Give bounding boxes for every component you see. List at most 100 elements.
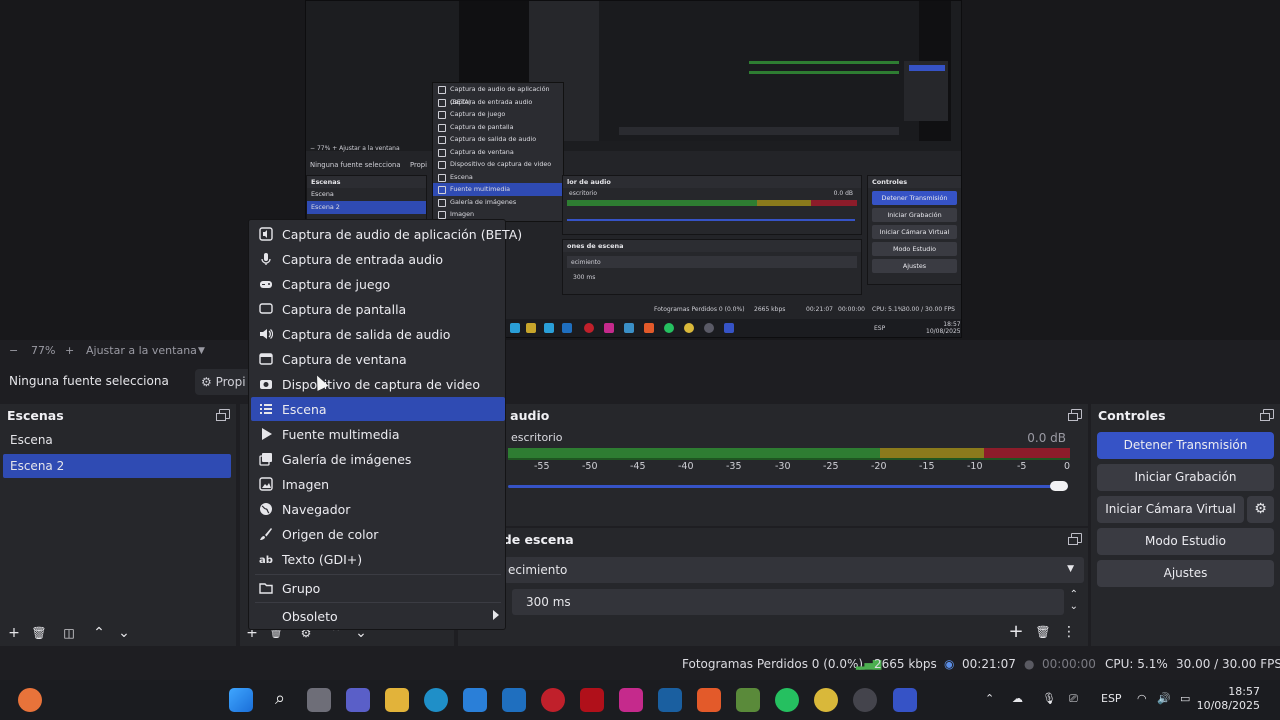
blue-app-icon[interactable] — [893, 688, 917, 712]
more-options-icon[interactable]: ⋮ — [1061, 624, 1077, 640]
system-clock[interactable]: 18:57 10/08/2025 — [1197, 685, 1260, 713]
menu-item-image-slideshow[interactable]: Galería de imágenes — [251, 447, 505, 471]
outlook-icon[interactable] — [502, 688, 526, 712]
orange-app-icon[interactable] — [697, 688, 721, 712]
play-icon — [262, 428, 272, 440]
weather-icon[interactable] — [18, 688, 42, 712]
delete-transition-icon[interactable]: 🗑 — [1035, 624, 1051, 640]
add-transition-icon[interactable]: + — [1008, 623, 1024, 641]
whatsapp-icon[interactable] — [775, 688, 799, 712]
volume-icon[interactable]: 🔊 — [1157, 692, 1171, 705]
search-icon[interactable]: ⌕ — [268, 688, 292, 712]
app-audio-icon — [259, 227, 273, 241]
move-up-icon[interactable]: ⌃ — [91, 625, 107, 641]
menu-item-window-capture[interactable]: Captura de ventana — [251, 347, 505, 371]
stop-streaming-button[interactable]: Detener Transmisión — [1097, 432, 1274, 459]
fit-to-window-button[interactable]: Ajustar a la ventana — [86, 344, 197, 357]
monitor-icon — [259, 303, 273, 314]
teams-icon[interactable] — [346, 688, 370, 712]
volume-slider-handle[interactable] — [1050, 481, 1068, 491]
edge-icon[interactable] — [424, 688, 448, 712]
menu-separator — [255, 574, 501, 575]
gamepad-icon — [260, 281, 272, 288]
minecraft-icon[interactable] — [736, 688, 760, 712]
cloud-icon[interactable]: ☁ — [1012, 692, 1023, 705]
zoom-out-button[interactable]: − — [9, 344, 18, 357]
start-virtual-camera-button[interactable]: Iniciar Cámara Virtual — [1097, 496, 1244, 523]
menu-item-label: Fuente multimedia — [282, 427, 400, 442]
menu-item-deprecated[interactable]: Obsoleto — [251, 604, 505, 628]
menu-item-game-capture[interactable]: Captura de juego — [251, 272, 505, 296]
dock-float-icon[interactable] — [216, 409, 230, 421]
nested-status-fps: 30.00 / 30.00 FPS — [902, 306, 955, 313]
start-recording-button[interactable]: Iniciar Grabación — [1097, 464, 1274, 491]
meter-ticks: -55 -50 -45 -40 -35 -30 -25 -20 -15 -10 … — [458, 461, 1088, 475]
language-indicator[interactable]: ESP — [1101, 692, 1122, 705]
dock-float-icon[interactable] — [1068, 533, 1082, 545]
task-view-icon[interactable] — [307, 688, 331, 712]
obs-icon[interactable] — [853, 688, 877, 712]
menu-item-media-source[interactable]: Fuente multimedia — [251, 422, 505, 446]
instagram-icon[interactable] — [619, 688, 643, 712]
mixer-db-value: 0.0 dB — [1027, 431, 1066, 445]
chevron-up-icon[interactable]: ⌃ — [985, 692, 994, 705]
chevron-down-icon: ▼ — [1067, 564, 1074, 574]
disney-icon[interactable] — [658, 688, 682, 712]
menu-item-label: Galería de imágenes — [282, 452, 412, 467]
scene-item[interactable]: Escena — [3, 428, 231, 452]
dock-float-icon[interactable] — [1260, 409, 1274, 421]
dropped-frames: Fotogramas Perdidos 0 (0.0%) — [682, 657, 864, 671]
scene-filters-icon[interactable]: ◫ — [61, 625, 77, 641]
nested-mixer-title: lor de audio — [563, 176, 861, 188]
add-scene-icon[interactable]: + — [6, 625, 22, 641]
menu-item-app-audio-capture[interactable]: Captura de audio de aplicación (BETA) — [251, 222, 522, 246]
delete-scene-icon[interactable]: 🗑 — [31, 625, 47, 641]
menu-item-audio-output-capture[interactable]: Captura de salida de audio — [251, 322, 505, 346]
red-app-icon[interactable] — [580, 688, 604, 712]
menu-item-text-gdi[interactable]: ab Texto (GDI+) — [251, 547, 505, 571]
menu-item-video-capture-device[interactable]: Dispositivo de captura de video — [251, 372, 505, 396]
start-menu-icon[interactable] — [229, 688, 253, 712]
deep-stop-button — [909, 65, 945, 71]
menu-item-label: Imagen — [282, 477, 330, 492]
battery-icon[interactable]: ▭ — [1180, 692, 1190, 705]
zoom-in-button[interactable]: + — [65, 344, 74, 357]
add-source-context-menu: Captura de audio de aplicación (BETA) Ca… — [248, 219, 522, 630]
nested-menu-item: Galería de imágenes — [433, 196, 563, 209]
wifi-icon[interactable]: ◠ — [1137, 692, 1147, 705]
store-icon[interactable] — [463, 688, 487, 712]
nested-scene-item: Escena — [311, 190, 334, 198]
menu-item-label: Texto (GDI+) — [282, 552, 363, 567]
chrome-icon[interactable] — [814, 688, 838, 712]
settings-button[interactable]: Ajustes — [1097, 560, 1274, 587]
nested-meter-yellow — [757, 200, 811, 206]
menu-item-image[interactable]: Imagen — [251, 472, 505, 496]
meter-green-lower — [508, 458, 1070, 460]
menu-item-scene[interactable]: Escena — [251, 397, 505, 421]
studio-mode-button[interactable]: Modo Estudio — [1097, 528, 1274, 555]
nested-menu-item: Captura de salida de audio — [433, 133, 563, 146]
volume-slider-track[interactable] — [508, 485, 1068, 488]
duration-stepper-icon[interactable]: ⌃ ⌄ — [1070, 589, 1078, 613]
transition-select[interactable]: ecimiento ▼ — [504, 557, 1084, 583]
properties-button[interactable]: ⚙ Propi — [195, 369, 255, 395]
microphone-icon[interactable]: 🎙 — [1042, 692, 1056, 705]
menu-item-display-capture[interactable]: Captura de pantalla — [251, 297, 505, 321]
chevron-down-icon[interactable]: ▼ — [198, 346, 205, 356]
preview-canvas[interactable]: Captura de audio de aplicación (BETA) Ca… — [0, 0, 1280, 340]
nested-meter-red — [811, 200, 857, 206]
file-explorer-icon[interactable] — [385, 688, 409, 712]
menu-item-group[interactable]: Grupo — [251, 576, 505, 600]
menu-item-color-source[interactable]: Origen de color — [251, 522, 505, 546]
scene-item-selected[interactable]: Escena 2 — [3, 454, 231, 478]
cpu-usage: CPU: 5.1% — [1105, 657, 1168, 671]
transition-duration-field[interactable]: 300 ms ⌃ ⌄ — [512, 589, 1078, 615]
dock-float-icon[interactable] — [1068, 409, 1082, 421]
network-icon[interactable]: ⎚ — [1069, 692, 1078, 706]
virtual-camera-settings-icon[interactable]: ⚙ — [1247, 496, 1274, 523]
menu-item-audio-input-capture[interactable]: Captura de entrada audio — [251, 247, 505, 271]
move-down-icon[interactable]: ⌄ — [116, 625, 132, 641]
tick-label: 0 — [1064, 461, 1071, 472]
opera-icon[interactable] — [541, 688, 565, 712]
menu-item-browser[interactable]: Navegador — [251, 497, 505, 521]
